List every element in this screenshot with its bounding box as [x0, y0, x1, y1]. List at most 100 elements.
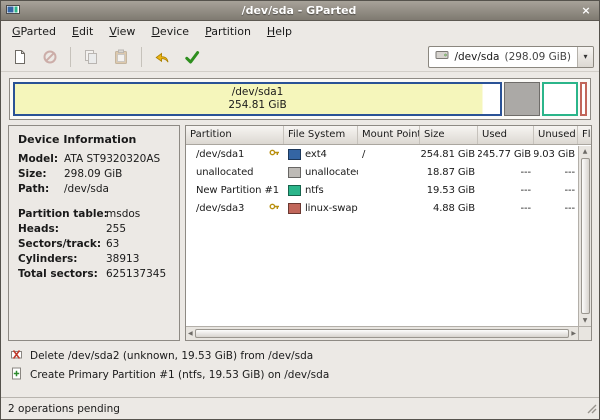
partition-name: /dev/sda1: [196, 149, 244, 160]
info-label-path: Path:: [18, 183, 64, 195]
table-row[interactable]: /dev/sda3 linux-swap 4.88 GiB --- ---: [186, 199, 578, 217]
partition-name: unallocated: [196, 167, 253, 178]
mount-point: [358, 181, 420, 199]
menu-device[interactable]: Device: [143, 21, 197, 42]
pending-operations-panel: Delete /dev/sda2 (unknown, 19.53 GiB) fr…: [1, 341, 599, 397]
delete-partition-button[interactable]: [36, 44, 64, 69]
toolbar-separator: [70, 47, 71, 67]
paste-button[interactable]: [107, 44, 135, 69]
toolbar: /dev/sda (298.09 GiB) ▾: [1, 42, 599, 72]
info-value-path: /dev/sda: [64, 183, 170, 195]
column-header-unused[interactable]: Unused: [534, 126, 578, 144]
partition-used: ---: [478, 181, 534, 199]
column-header-used[interactable]: Used: [478, 126, 534, 144]
filesystem-name: linux-swap: [305, 203, 358, 214]
scroll-left-icon[interactable]: ◀: [188, 330, 193, 337]
status-text: 2 operations pending: [8, 403, 120, 415]
info-value-sectors-track: 63: [106, 238, 170, 250]
info-value-size: 298.09 GiB: [64, 168, 170, 180]
info-value-cylinders: 38913: [106, 253, 170, 265]
info-label-total-sectors: Total sectors:: [18, 268, 106, 280]
partition-used: ---: [478, 163, 534, 181]
info-label-partition-table: Partition table:: [18, 208, 106, 220]
dropdown-arrow-icon[interactable]: ▾: [577, 47, 593, 67]
partition-size: 254.81 GiB: [420, 145, 478, 163]
close-icon: ×: [581, 4, 590, 17]
column-header-partition[interactable]: Partition: [186, 126, 284, 144]
table-horizontal-scrollbar[interactable]: ◀ ▶: [186, 326, 578, 340]
table-row[interactable]: New Partition #1 ntfs 19.53 GiB --- ---: [186, 181, 578, 199]
delete-partition-icon: [42, 49, 58, 65]
column-header-size[interactable]: Size: [420, 126, 478, 144]
segment-label-device: /dev/sda1: [232, 86, 284, 99]
column-header-flags[interactable]: Flags: [578, 126, 591, 144]
resize-grip-icon[interactable]: [585, 402, 598, 418]
info-value-partition-table: msdos: [106, 208, 170, 220]
partition-name: New Partition #1: [196, 185, 279, 196]
table-row[interactable]: unallocated unallocated 18.87 GiB --- --…: [186, 163, 578, 181]
apply-button[interactable]: [178, 44, 206, 69]
scroll-right-icon[interactable]: ▶: [571, 330, 576, 337]
filesystem-color-swatch: [288, 185, 301, 196]
device-selector-size: (298.09 GiB): [504, 51, 571, 63]
new-partition-icon: [12, 49, 28, 65]
partition-used: ---: [478, 199, 534, 217]
partition-size: 4.88 GiB: [420, 199, 478, 217]
partition-segment-new-partition-1[interactable]: [542, 82, 579, 116]
column-header-mount-point[interactable]: Mount Point: [358, 126, 420, 144]
menu-bar: GParted Edit View Device Partition Help: [1, 21, 599, 42]
table-empty-area: [186, 217, 591, 340]
info-label-size: Size:: [18, 168, 64, 180]
partition-segment-sda3[interactable]: [580, 82, 587, 116]
partition-segment-sda1[interactable]: /dev/sda1 254.81 GiB: [13, 82, 502, 116]
device-information-title: Device Information: [18, 133, 170, 146]
menu-gparted[interactable]: GParted: [4, 21, 64, 42]
undo-button[interactable]: [148, 44, 176, 69]
partition-unused: ---: [534, 199, 578, 217]
mounted-key-icon: [267, 201, 280, 215]
device-selector-value: /dev/sda: [454, 51, 499, 63]
info-value-model: ATA ST9320320AS: [64, 153, 170, 165]
toolbar-separator: [141, 47, 142, 67]
filesystem-name: ntfs: [305, 185, 324, 196]
column-header-file-system[interactable]: File System: [284, 126, 358, 144]
operation-text: Delete /dev/sda2 (unknown, 19.53 GiB) fr…: [30, 350, 313, 362]
partition-used: 245.77 GiB: [478, 145, 534, 163]
partition-segment-unallocated[interactable]: [504, 82, 540, 116]
filesystem-name: ext4: [305, 149, 327, 160]
device-selector[interactable]: /dev/sda (298.09 GiB) ▾: [428, 46, 594, 68]
partition-size: 18.87 GiB: [420, 163, 478, 181]
gparted-app-icon: [6, 1, 20, 20]
new-partition-button[interactable]: [6, 44, 34, 69]
partition-unused: 9.03 GiB: [534, 145, 578, 163]
delete-operation-icon: [10, 348, 23, 364]
close-button[interactable]: ×: [578, 3, 594, 18]
menu-view[interactable]: View: [101, 21, 143, 42]
info-label-model: Model:: [18, 153, 64, 165]
partition-table-panel: Partition File System Mount Point Size U…: [185, 125, 592, 341]
vertical-scroll-thumb[interactable]: [581, 158, 590, 314]
menu-partition[interactable]: Partition: [197, 21, 259, 42]
scrollbar-corner: [578, 326, 591, 340]
scroll-down-icon[interactable]: ▼: [583, 315, 588, 326]
mounted-key-icon: [267, 147, 280, 161]
scroll-up-icon[interactable]: ▲: [583, 146, 588, 157]
filesystem-color-swatch: [288, 203, 301, 214]
copy-button[interactable]: [77, 44, 105, 69]
table-rows: /dev/sda1 ext4 / 254.81 GiB 245.77 GiB 9…: [186, 145, 591, 217]
status-bar: 2 operations pending: [1, 397, 599, 419]
mount-point: [358, 199, 420, 217]
menu-help[interactable]: Help: [259, 21, 300, 42]
device-information-panel: Device Information Model: ATA ST9320320A…: [8, 125, 180, 341]
disk-visual-panel: /dev/sda1 254.81 GiB: [9, 78, 591, 120]
info-label-sectors-track: Sectors/track:: [18, 238, 106, 250]
info-value-heads: 255: [106, 223, 170, 235]
horizontal-scroll-thumb[interactable]: [195, 329, 570, 338]
copy-icon: [83, 49, 99, 65]
table-vertical-scrollbar[interactable]: ▲ ▼: [578, 146, 591, 326]
menu-edit[interactable]: Edit: [64, 21, 101, 42]
partition-unused: ---: [534, 181, 578, 199]
operation-item: Create Primary Partition #1 (ntfs, 19.53…: [10, 367, 590, 383]
filesystem-name: unallocated: [305, 167, 358, 178]
table-row[interactable]: /dev/sda1 ext4 / 254.81 GiB 245.77 GiB 9…: [186, 145, 578, 163]
